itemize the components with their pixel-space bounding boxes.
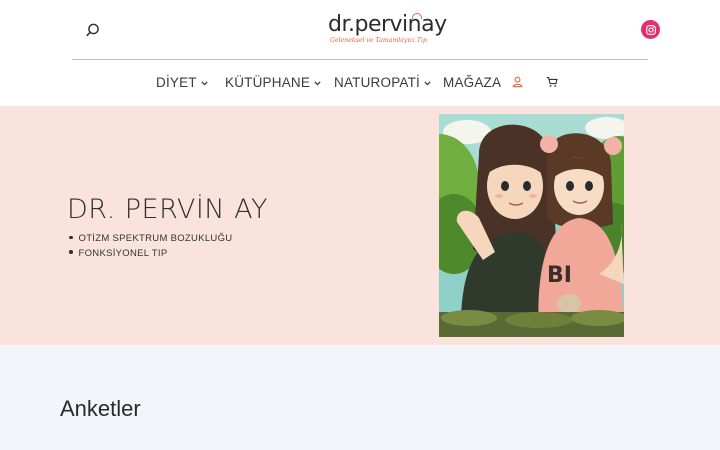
nav-item-label: DİYET bbox=[156, 75, 197, 90]
hero-specialty-item: FONKSİYONEL TIP bbox=[69, 247, 232, 262]
logo-text: dr.pervinay bbox=[328, 12, 447, 37]
chevron-down-icon bbox=[201, 81, 208, 86]
search-button[interactable] bbox=[84, 21, 102, 39]
cart-icon[interactable] bbox=[546, 76, 558, 88]
logo-tagline: Geleneksel ve Tamamlayıcı Tıp bbox=[330, 37, 427, 44]
chevron-down-icon bbox=[314, 81, 321, 86]
instagram-icon bbox=[645, 24, 656, 35]
nav-item-label: KÜTÜPHANE bbox=[225, 75, 311, 90]
hero-specialty-item: OTİZM SPEKTRUM BOZUKLUĞU bbox=[69, 232, 233, 247]
hero-specialty-list: OTİZM SPEKTRUM BOZUKLUĞU FONKSİYONEL TIP bbox=[69, 232, 233, 262]
hero-illustration: BI bbox=[439, 114, 624, 337]
chevron-down-icon bbox=[424, 81, 431, 86]
instagram-button[interactable] bbox=[641, 20, 660, 39]
header-divider bbox=[72, 59, 648, 60]
user-icon[interactable] bbox=[512, 76, 523, 88]
hero-title: DR. PERVİN AY bbox=[67, 194, 268, 225]
site-header: dr.pervinay Geleneksel ve Tamamlayıcı Tı… bbox=[0, 0, 720, 106]
section-title: Anketler bbox=[60, 396, 141, 421]
surveys-section: Anketler bbox=[0, 345, 720, 450]
svg-text:BI: BI bbox=[547, 263, 572, 288]
nav-item-label: MAĞAZA bbox=[443, 75, 502, 90]
logo-mark bbox=[412, 13, 422, 19]
search-icon bbox=[86, 23, 99, 37]
hero-section: DR. PERVİN AY OTİZM SPEKTRUM BOZUKLUĞU F… bbox=[0, 106, 720, 345]
nav-item-kutuphane[interactable]: KÜTÜPHANE bbox=[225, 74, 321, 92]
main-nav: DİYET KÜTÜPHANE NATUROPATİ MAĞAZA bbox=[0, 74, 720, 92]
nav-item-magaza[interactable]: MAĞAZA bbox=[443, 74, 501, 92]
site-logo[interactable]: dr.pervinay Geleneksel ve Tamamlayıcı Tı… bbox=[326, 11, 447, 47]
nav-item-diyet[interactable]: DİYET bbox=[156, 74, 208, 92]
nav-item-naturopati[interactable]: NATUROPATİ bbox=[334, 74, 431, 92]
nav-item-label: NATUROPATİ bbox=[334, 75, 420, 90]
